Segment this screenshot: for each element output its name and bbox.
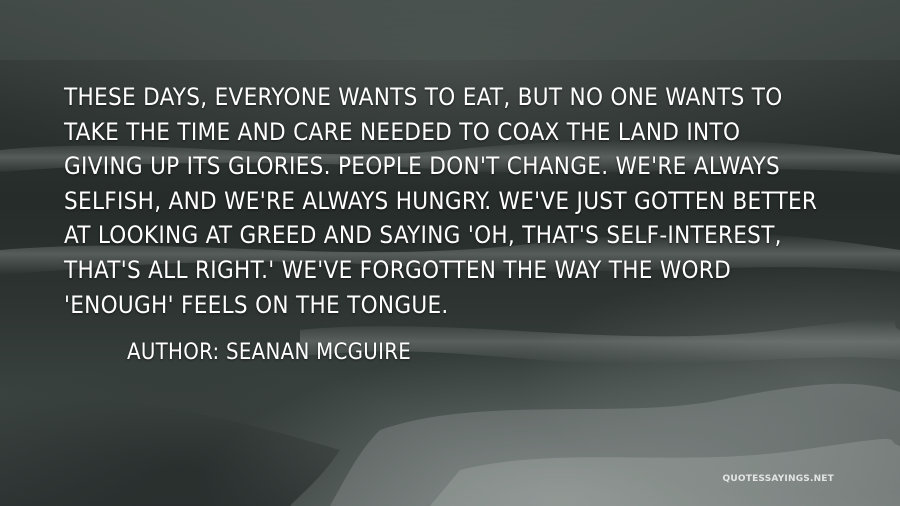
site-watermark: quotessayings.net bbox=[722, 474, 834, 484]
background-photo: These days, everyone wants to eat, but n… bbox=[0, 0, 900, 506]
author-attribution: Author: Seanan McGuire bbox=[127, 340, 412, 365]
horizon-haze bbox=[0, 0, 900, 60]
quote-text: These days, everyone wants to eat, but n… bbox=[64, 83, 818, 319]
wet-sand bbox=[0, 398, 340, 506]
